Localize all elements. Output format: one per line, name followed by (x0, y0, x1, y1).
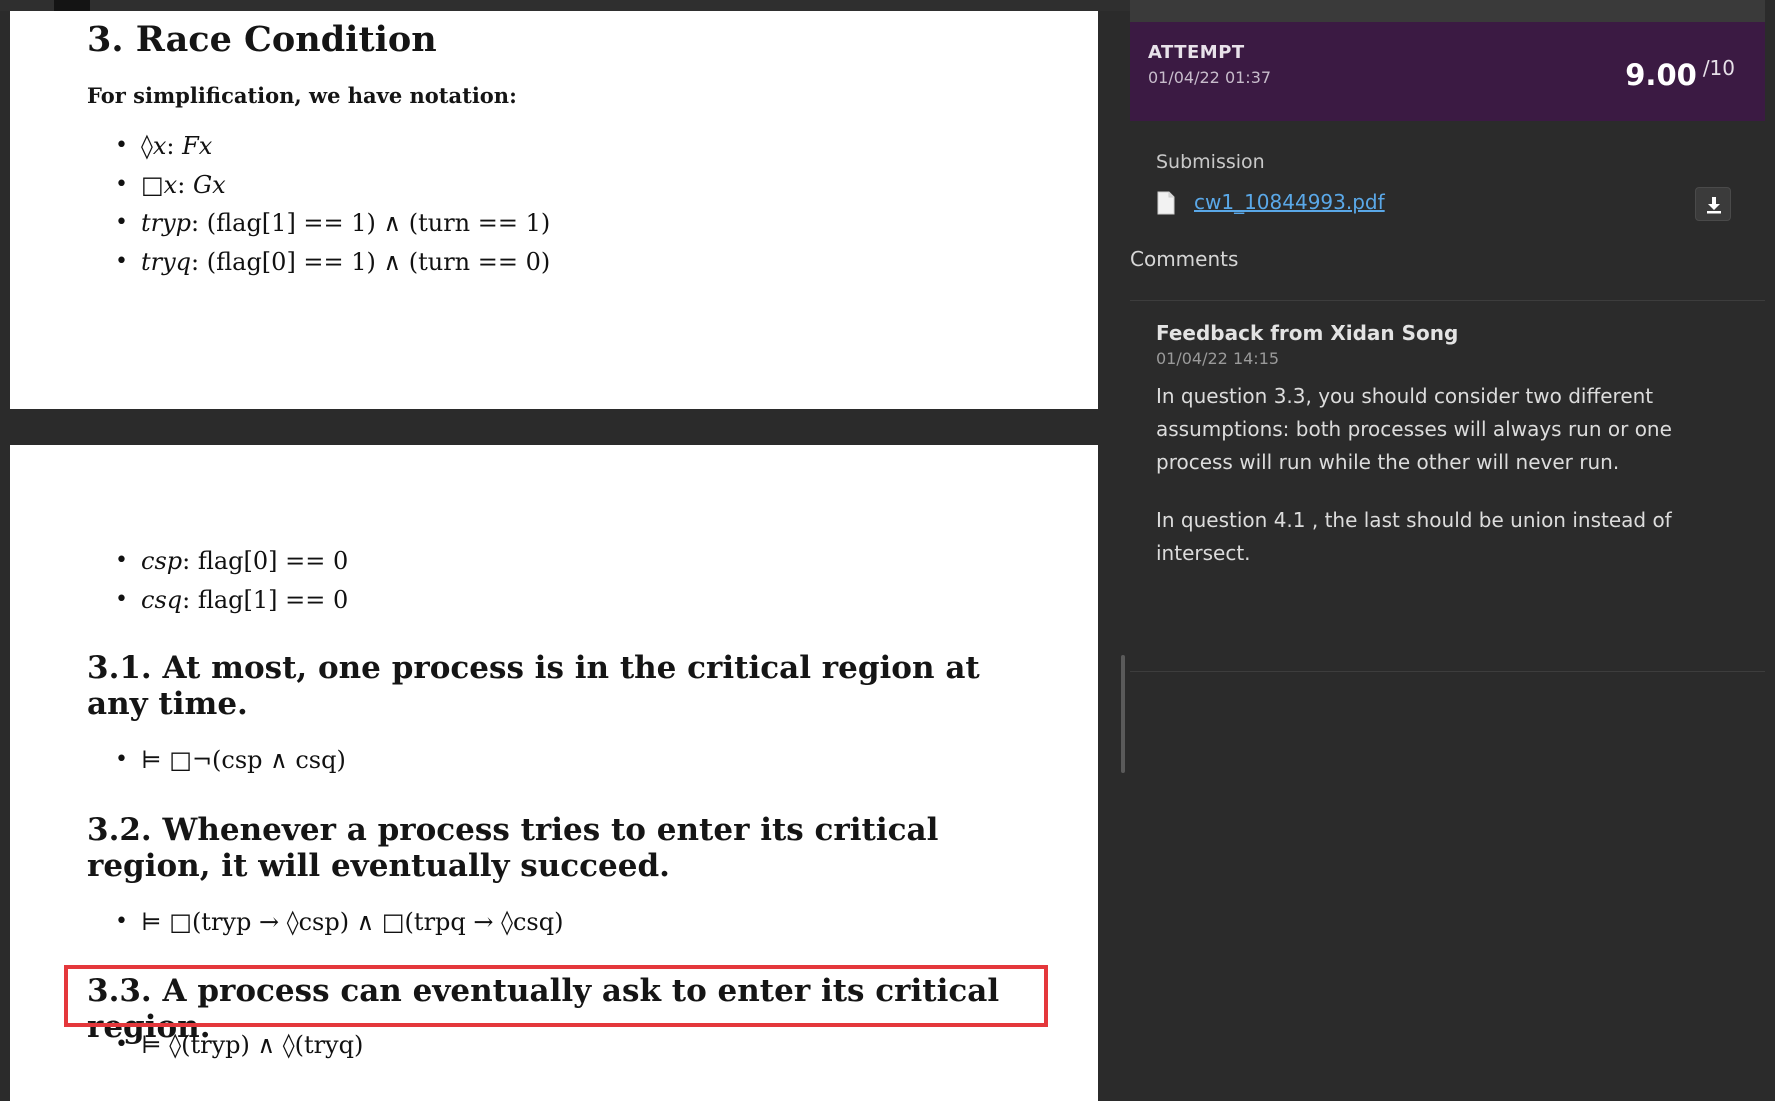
divider (1130, 671, 1765, 672)
formula-item: ⊨ ◊(tryp) ∧ ◊(tryq) (105, 1026, 363, 1065)
submission-label: Submission (1156, 151, 1265, 173)
attempt-date: 01/04/22 01:37 (1148, 68, 1272, 87)
document-viewer[interactable]: 3. Race Condition For simplification, we… (0, 0, 1130, 1101)
viewer-toolbar (0, 0, 1130, 11)
resize-handle[interactable] (1121, 655, 1125, 773)
download-icon (1707, 197, 1721, 214)
divider (1130, 300, 1765, 301)
feedback-title: Feedback from Xidan Song (1156, 321, 1459, 345)
attempt-label: ATTEMPT (1148, 42, 1245, 63)
document-page-1: 3. Race Condition For simplification, we… (10, 11, 1098, 409)
highlight-box (64, 965, 1048, 1027)
feedback-paragraph: In question 4.1 , the last should be uni… (1156, 508, 1672, 565)
grading-panel: ATTEMPT 01/04/22 01:37 9.00/10 Submissio… (1130, 0, 1775, 1101)
question-3-1-heading: 3.1. At most, one process is in the crit… (87, 650, 980, 722)
formula-list: ⊨ □¬(csp ∧ csq) (105, 741, 346, 780)
formula-list: ⊨ ◊(tryp) ∧ ◊(tryq) (105, 1026, 363, 1065)
notation-list: ◊x: Fx □x: Gx tryp: (flag[1] == 1) ∧ (tu… (105, 127, 550, 281)
notation-item: □x: Gx (105, 166, 550, 205)
section-heading: 3. Race Condition (87, 19, 437, 60)
formula-list: ⊨ □(tryp → ◊csp) ∧ □(trpq → ◊csq) (105, 903, 563, 942)
submission-file-link[interactable]: cw1_10844993.pdf (1194, 190, 1385, 214)
notation-list: csp: flag[0] == 0 csq: flag[1] == 0 (105, 542, 348, 619)
notation-item: csp: flag[0] == 0 (105, 542, 348, 581)
notation-item: tryp: (flag[1] == 1) ∧ (turn == 1) (105, 204, 550, 243)
comments-label: Comments (1130, 247, 1239, 271)
document-icon (1157, 191, 1175, 215)
notation-item: ◊x: Fx (105, 127, 550, 166)
notation-item: tryq: (flag[0] == 1) ∧ (turn == 0) (105, 243, 550, 282)
panel-header-strip (1130, 0, 1765, 22)
notation-item: csq: flag[1] == 0 (105, 581, 348, 620)
feedback-date: 01/04/22 14:15 (1156, 349, 1280, 368)
download-button[interactable] (1695, 187, 1731, 221)
viewer-tab[interactable] (54, 0, 90, 11)
score: 9.00/10 (1625, 56, 1735, 92)
attempt-banner: ATTEMPT 01/04/22 01:37 9.00/10 (1130, 22, 1765, 121)
notation-intro: For simplification, we have notation: (87, 83, 517, 108)
panel-body: Submission cw1_10844993.pdf Comments Fee… (1130, 121, 1765, 1101)
question-3-2-heading: 3.2. Whenever a process tries to enter i… (87, 812, 939, 884)
formula-item: ⊨ □(tryp → ◊csp) ∧ □(trpq → ◊csq) (105, 903, 563, 942)
score-value: 9.00 (1625, 58, 1697, 92)
feedback-paragraph: In question 3.3, you should consider two… (1156, 384, 1672, 474)
panel-edge (1765, 0, 1775, 1101)
formula-item: ⊨ □¬(csp ∧ csq) (105, 741, 346, 780)
score-max: /10 (1702, 56, 1735, 80)
